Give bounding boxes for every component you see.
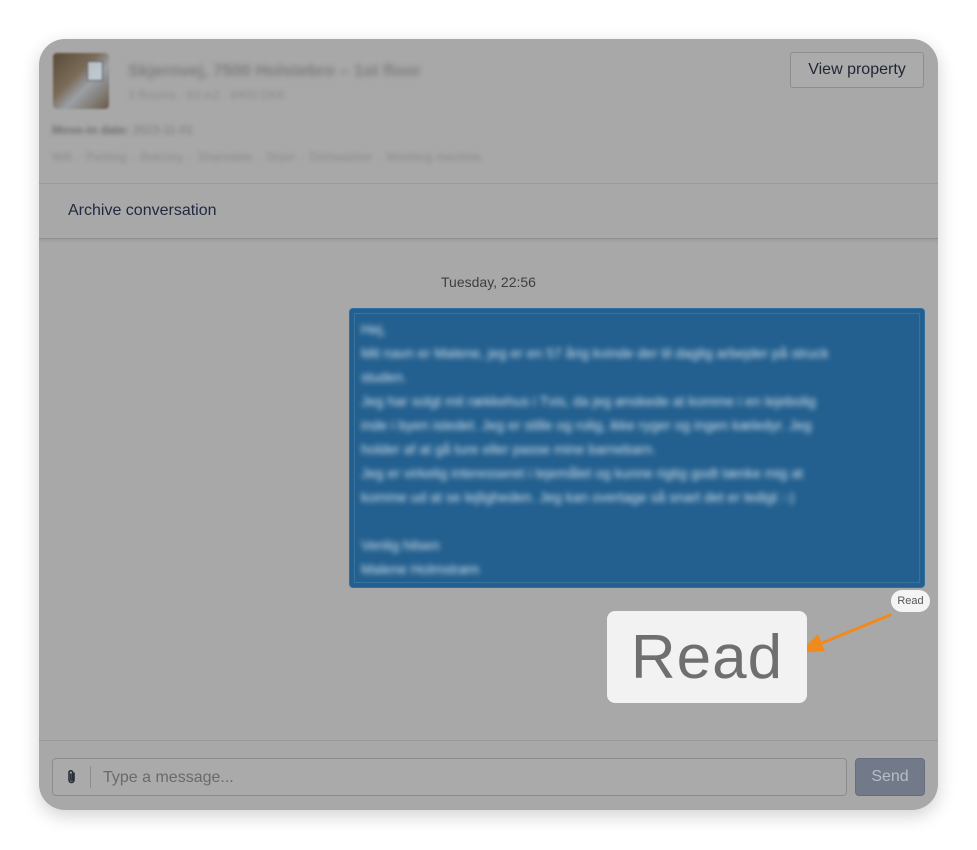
amenity-item: Dryer (252, 150, 295, 164)
message-line: Hej, (361, 321, 386, 337)
amenity-item: Balcony (127, 150, 184, 164)
archive-conversation-button[interactable]: Archive conversation (68, 202, 217, 220)
move-in-value: 2023-11-01 (132, 123, 194, 137)
read-status-zoom-callout: Read (607, 611, 807, 703)
chat-window: Skjernvej, 7500 Holstebro – 1st floor 3 … (39, 39, 938, 810)
message-timestamp: Tuesday, 22:56 (441, 274, 536, 290)
move-in-label: Move-in date: (52, 123, 130, 137)
message-text: Hej, Mit navn er Malene, jeg er en 57 år… (361, 317, 909, 581)
amenity-item: Wifi (52, 150, 72, 164)
property-meta: 3 Rooms · 83 m2 · 8400 DKK (128, 88, 286, 102)
amenity-item: Shareable (183, 150, 252, 164)
message-bubble: Hej, Mit navn er Malene, jeg er en 57 år… (349, 308, 925, 588)
message-composer: Send (39, 740, 938, 810)
read-status-badge: Read (891, 590, 930, 612)
message-line: Jeg er virkelig interesseret i lejemålet… (361, 465, 803, 481)
paperclip-icon[interactable] (63, 768, 81, 786)
message-line: inde i byen istedet. Jeg er stille og ro… (361, 417, 812, 433)
message-line (361, 509, 909, 533)
message-line: Malene Holmstrøm (361, 561, 480, 577)
thumbnail-window-detail (87, 61, 103, 81)
move-in-date: Move-in date: 2023-11-01 (52, 123, 193, 137)
conversation-actions-bar: Archive conversation (39, 183, 938, 239)
message-line: holder af at gå ture eller passe mine ba… (361, 441, 656, 457)
amenity-item: Dishwasher (295, 150, 372, 164)
input-divider (90, 766, 91, 788)
amenity-item: Washing machine (372, 150, 481, 164)
message-line: Mit navn er Malene, jeg er en 57 årig kv… (361, 345, 829, 361)
view-property-button[interactable]: View property (790, 52, 924, 88)
message-line: studen. (361, 369, 407, 385)
send-button[interactable]: Send (855, 758, 925, 796)
property-header: Skjernvej, 7500 Holstebro – 1st floor 3 … (39, 39, 938, 183)
message-line: Venlig hilsen (361, 537, 440, 553)
property-thumbnail[interactable] (53, 53, 109, 109)
message-input[interactable] (101, 762, 835, 794)
amenity-item: Parking (72, 150, 127, 164)
amenities-list: WifiParkingBalconyShareableDryerDishwash… (52, 150, 481, 164)
message-line: Jeg har solgt mit rækkehus i Tvis, da je… (361, 393, 816, 409)
property-address: Skjernvej, 7500 Holstebro – 1st floor (128, 61, 421, 80)
message-line: komme ud at se lejligheden. Jeg kan over… (361, 489, 795, 505)
message-input-wrapper (52, 758, 847, 796)
